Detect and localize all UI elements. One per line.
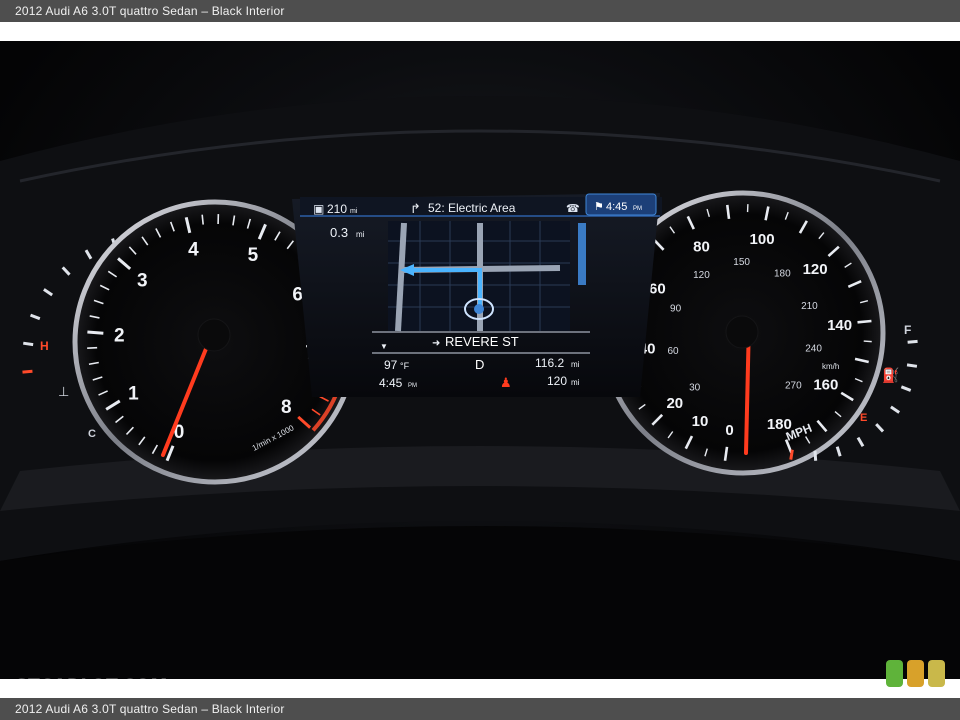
clock-suffix: PM <box>633 206 642 212</box>
tachometer-label: 5 <box>248 245 259 266</box>
temp-hot-label: H <box>40 339 49 353</box>
street-arrow-icon: ➜ <box>432 338 440 349</box>
fuel-gauge-tick <box>813 450 818 461</box>
range-unit: mi <box>350 208 358 215</box>
clock-value: 4:45 <box>606 201 627 213</box>
nav-map <box>388 221 586 332</box>
speedometer-kmh-label: 30 <box>689 382 701 393</box>
speedometer-mph-label: 20 <box>666 395 683 412</box>
nav-progress-bar <box>578 223 586 285</box>
speedometer-mph-label: 80 <box>693 238 710 255</box>
outside-temp-unit: °F <box>400 361 410 371</box>
outside-temp: 97 <box>384 358 398 372</box>
watermark: GTCARLOT.COM <box>14 676 168 696</box>
tachometer-tick <box>201 214 204 225</box>
speedometer-tick <box>725 204 731 220</box>
watermark-logo-yellow <box>928 660 945 687</box>
tachometer-label: 4 <box>188 239 199 260</box>
steering-column <box>0 526 960 679</box>
street-name: REVERE ST <box>445 334 519 349</box>
nav-position-marker <box>474 304 484 314</box>
speedometer-kmh-label: 240 <box>805 343 822 354</box>
turn-distance: 0.3 <box>330 225 348 240</box>
fuel-gauge-tick <box>907 339 918 344</box>
time-suffix: PM <box>408 383 417 389</box>
speedometer-mph-label: 100 <box>750 231 775 248</box>
tachometer-tick <box>87 330 104 335</box>
caption-bottom: 2012 Audi A6 3.0T quattro Sedan – Black … <box>15 702 285 716</box>
speedometer-kmh-label: 60 <box>667 346 679 357</box>
speedometer-tick <box>857 319 872 324</box>
range-icon: ▣ <box>313 202 324 216</box>
nav-menu-arrow: ▼ <box>380 342 388 351</box>
flag-icon: ⚑ <box>594 201 604 213</box>
watermark-logo-green <box>886 660 903 687</box>
trip-value: 120 <box>547 374 567 388</box>
temp-gauge-tick <box>23 341 34 347</box>
tachometer-label: 2 <box>114 325 125 346</box>
instrument-cluster-photo: H C ⊥ 012345678 1/min x 1000 01020406080… <box>0 41 960 679</box>
watermark-logo <box>886 660 945 687</box>
speedometer-mph-label: 10 <box>692 413 709 430</box>
speedometer-hub <box>725 315 759 349</box>
speedometer-mph-label: 120 <box>803 261 828 278</box>
seatbelt-icon: ♟ <box>500 375 512 390</box>
speedometer-mph-label: 140 <box>827 317 852 334</box>
odometer-value: 116.2 <box>535 356 564 370</box>
fuel-gauge-tick <box>906 363 918 368</box>
tachometer-label: 3 <box>137 270 148 291</box>
tachometer-label: 8 <box>281 397 292 418</box>
exit-label: 52: Electric Area <box>428 201 516 215</box>
time-value: 4:45 <box>379 376 403 390</box>
speedometer-kmh-label: 180 <box>774 269 791 280</box>
coolant-icon: ⊥ <box>58 384 69 399</box>
center-display: ▣ 210 mi ↱ 52: Electric Area ☎ ⚑ 4:45 PM… <box>292 193 662 397</box>
speedometer-kmh-label: 210 <box>801 301 818 312</box>
range-value: 210 <box>327 202 347 216</box>
turn-arrow-icon: ↱ <box>410 201 421 216</box>
phone-icon: ☎ <box>566 203 580 215</box>
temp-cold-label: C <box>88 428 96 440</box>
odometer-unit: mi <box>571 360 580 369</box>
tachometer-label: 1 <box>128 384 139 405</box>
speedometer-kmh-label: 270 <box>785 380 802 391</box>
trip-unit: mi <box>571 378 580 387</box>
speedometer-kmh-label: 150 <box>733 257 750 268</box>
speedometer-mph-label: 60 <box>649 280 666 297</box>
fuel-empty-label: E <box>860 412 867 424</box>
caption-top: 2012 Audi A6 3.0T quattro Sedan – Black … <box>15 4 285 18</box>
caption-bar-top: 2012 Audi A6 3.0T quattro Sedan – Black … <box>0 0 960 22</box>
fuel-pump-icon: ⛽ <box>882 367 899 384</box>
turn-distance-unit: mi <box>356 230 365 239</box>
speedometer-kmh-unit: km/h <box>822 362 839 371</box>
speedometer-mph-label: 160 <box>813 376 838 393</box>
gear-indicator: D <box>475 357 484 372</box>
speedometer-mph-label: 0 <box>725 422 733 439</box>
fuel-full-label: F <box>904 323 911 337</box>
tachometer-hub <box>197 318 231 352</box>
temp-gauge-tick <box>22 369 33 374</box>
speedometer-kmh-label: 90 <box>670 304 682 315</box>
speedometer-kmh-label: 120 <box>693 270 710 281</box>
watermark-logo-orange <box>907 660 924 687</box>
caption-bar-bottom: 2012 Audi A6 3.0T quattro Sedan – Black … <box>0 698 960 720</box>
fuel-gauge-tick <box>789 449 794 460</box>
speedometer-tick <box>863 340 872 343</box>
